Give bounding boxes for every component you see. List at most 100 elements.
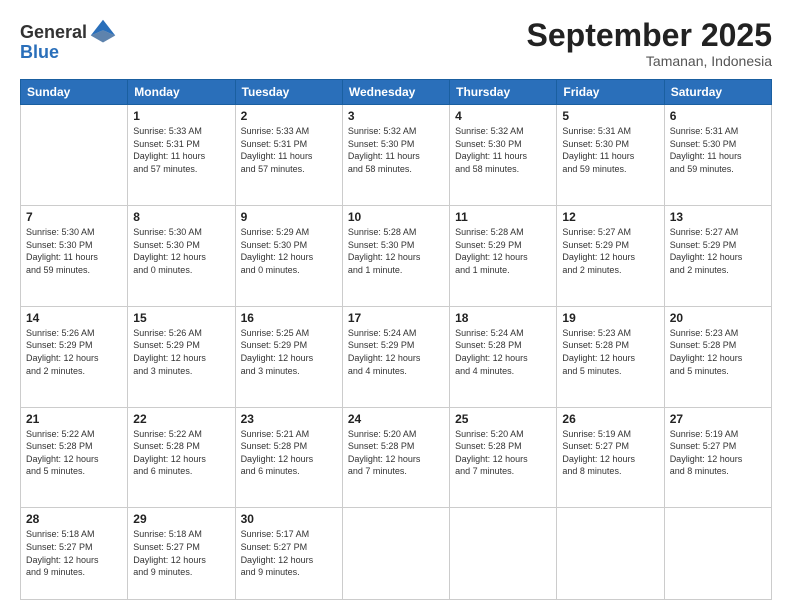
week-row-1: 7 Sunrise: 5:30 AM Sunset: 5:30 PM Daylig… bbox=[21, 205, 772, 306]
day-info: Sunrise: 5:28 AM Sunset: 5:30 PM Dayligh… bbox=[348, 226, 444, 276]
week-row-0: 1 Sunrise: 5:33 AM Sunset: 5:31 PM Daylig… bbox=[21, 105, 772, 206]
day-info: Sunrise: 5:33 AM Sunset: 5:31 PM Dayligh… bbox=[241, 125, 337, 175]
calendar-cell: 23 Sunrise: 5:21 AM Sunset: 5:28 PM Dayli… bbox=[235, 407, 342, 508]
day-number: 3 bbox=[348, 109, 444, 123]
day-info: Sunrise: 5:32 AM Sunset: 5:30 PM Dayligh… bbox=[455, 125, 551, 175]
day-number: 11 bbox=[455, 210, 551, 224]
calendar-cell: 21Sunrise: 5:22 AM Sunset: 5:28 PM Dayli… bbox=[21, 407, 128, 508]
day-number: 12 bbox=[562, 210, 658, 224]
day-info: Sunrise: 5:22 AM Sunset: 5:28 PM Dayligh… bbox=[26, 428, 122, 478]
day-number: 22 bbox=[133, 412, 229, 426]
day-info: Sunrise: 5:28 AM Sunset: 5:29 PM Dayligh… bbox=[455, 226, 551, 276]
calendar-cell: 1 Sunrise: 5:33 AM Sunset: 5:31 PM Daylig… bbox=[128, 105, 235, 206]
day-number: 1 bbox=[133, 109, 229, 123]
day-number: 13 bbox=[670, 210, 766, 224]
day-number: 17 bbox=[348, 311, 444, 325]
day-number: 5 bbox=[562, 109, 658, 123]
day-number: 27 bbox=[670, 412, 766, 426]
day-number: 18 bbox=[455, 311, 551, 325]
day-number: 28 bbox=[26, 512, 122, 526]
calendar-cell: 5 Sunrise: 5:31 AM Sunset: 5:30 PM Daylig… bbox=[557, 105, 664, 206]
calendar-cell: 30 Sunrise: 5:17 AM Sunset: 5:27 PM Dayli… bbox=[235, 508, 342, 600]
calendar-cell: 29Sunrise: 5:18 AM Sunset: 5:27 PM Dayli… bbox=[128, 508, 235, 600]
calendar-cell: 22 Sunrise: 5:22 AM Sunset: 5:28 PM Dayli… bbox=[128, 407, 235, 508]
weekday-thursday: Thursday bbox=[450, 80, 557, 105]
calendar-cell bbox=[450, 508, 557, 600]
day-number: 26 bbox=[562, 412, 658, 426]
day-info: Sunrise: 5:18 AM Sunset: 5:27 PM Dayligh… bbox=[133, 528, 229, 578]
day-number: 2 bbox=[241, 109, 337, 123]
day-info: Sunrise: 5:18 AM Sunset: 5:27 PM Dayligh… bbox=[26, 528, 122, 578]
calendar-cell: 12 Sunrise: 5:27 AM Sunset: 5:29 PM Dayli… bbox=[557, 205, 664, 306]
logo-icon bbox=[89, 18, 117, 46]
calendar-cell: 14 Sunrise: 5:26 AM Sunset: 5:29 PM Dayli… bbox=[21, 306, 128, 407]
day-number: 20 bbox=[670, 311, 766, 325]
day-info: Sunrise: 5:19 AM Sunset: 5:27 PM Dayligh… bbox=[670, 428, 766, 478]
calendar-cell: 3 Sunrise: 5:32 AM Sunset: 5:30 PM Daylig… bbox=[342, 105, 449, 206]
weekday-wednesday: Wednesday bbox=[342, 80, 449, 105]
day-info: Sunrise: 5:17 AM Sunset: 5:27 PM Dayligh… bbox=[241, 528, 337, 578]
calendar-cell: 2 Sunrise: 5:33 AM Sunset: 5:31 PM Daylig… bbox=[235, 105, 342, 206]
day-info: Sunrise: 5:30 AM Sunset: 5:30 PM Dayligh… bbox=[133, 226, 229, 276]
calendar-cell: 10 Sunrise: 5:28 AM Sunset: 5:30 PM Dayli… bbox=[342, 205, 449, 306]
calendar-cell: 27 Sunrise: 5:19 AM Sunset: 5:27 PM Dayli… bbox=[664, 407, 771, 508]
day-number: 14 bbox=[26, 311, 122, 325]
day-info: Sunrise: 5:32 AM Sunset: 5:30 PM Dayligh… bbox=[348, 125, 444, 175]
logo: General Blue bbox=[20, 18, 117, 63]
calendar-cell: 4 Sunrise: 5:32 AM Sunset: 5:30 PM Daylig… bbox=[450, 105, 557, 206]
calendar-cell: 11 Sunrise: 5:28 AM Sunset: 5:29 PM Dayli… bbox=[450, 205, 557, 306]
day-number: 19 bbox=[562, 311, 658, 325]
week-row-3: 21Sunrise: 5:22 AM Sunset: 5:28 PM Dayli… bbox=[21, 407, 772, 508]
calendar-cell bbox=[664, 508, 771, 600]
day-info: Sunrise: 5:26 AM Sunset: 5:29 PM Dayligh… bbox=[26, 327, 122, 377]
day-info: Sunrise: 5:24 AM Sunset: 5:28 PM Dayligh… bbox=[455, 327, 551, 377]
weekday-monday: Monday bbox=[128, 80, 235, 105]
day-number: 10 bbox=[348, 210, 444, 224]
header: General Blue September 2025 Tamanan, Ind… bbox=[20, 18, 772, 69]
calendar-cell bbox=[342, 508, 449, 600]
calendar-cell: 13Sunrise: 5:27 AM Sunset: 5:29 PM Dayli… bbox=[664, 205, 771, 306]
day-number: 30 bbox=[241, 512, 337, 526]
day-info: Sunrise: 5:27 AM Sunset: 5:29 PM Dayligh… bbox=[562, 226, 658, 276]
week-row-4: 28 Sunrise: 5:18 AM Sunset: 5:27 PM Dayli… bbox=[21, 508, 772, 600]
weekday-saturday: Saturday bbox=[664, 80, 771, 105]
day-info: Sunrise: 5:20 AM Sunset: 5:28 PM Dayligh… bbox=[348, 428, 444, 478]
calendar: SundayMondayTuesdayWednesdayThursdayFrid… bbox=[20, 79, 772, 600]
calendar-cell: 16 Sunrise: 5:25 AM Sunset: 5:29 PM Dayli… bbox=[235, 306, 342, 407]
page: General Blue September 2025 Tamanan, Ind… bbox=[0, 0, 792, 612]
day-info: Sunrise: 5:33 AM Sunset: 5:31 PM Dayligh… bbox=[133, 125, 229, 175]
day-number: 15 bbox=[133, 311, 229, 325]
calendar-cell: 28 Sunrise: 5:18 AM Sunset: 5:27 PM Dayli… bbox=[21, 508, 128, 600]
day-info: Sunrise: 5:31 AM Sunset: 5:30 PM Dayligh… bbox=[562, 125, 658, 175]
calendar-cell: 8Sunrise: 5:30 AM Sunset: 5:30 PM Daylig… bbox=[128, 205, 235, 306]
day-number: 16 bbox=[241, 311, 337, 325]
calendar-cell: 25 Sunrise: 5:20 AM Sunset: 5:28 PM Dayli… bbox=[450, 407, 557, 508]
calendar-cell: 7 Sunrise: 5:30 AM Sunset: 5:30 PM Daylig… bbox=[21, 205, 128, 306]
calendar-cell: 15 Sunrise: 5:26 AM Sunset: 5:29 PM Dayli… bbox=[128, 306, 235, 407]
day-info: Sunrise: 5:26 AM Sunset: 5:29 PM Dayligh… bbox=[133, 327, 229, 377]
location: Tamanan, Indonesia bbox=[527, 53, 772, 69]
day-number: 23 bbox=[241, 412, 337, 426]
day-number: 4 bbox=[455, 109, 551, 123]
day-info: Sunrise: 5:20 AM Sunset: 5:28 PM Dayligh… bbox=[455, 428, 551, 478]
day-number: 7 bbox=[26, 210, 122, 224]
day-info: Sunrise: 5:21 AM Sunset: 5:28 PM Dayligh… bbox=[241, 428, 337, 478]
calendar-cell: 18 Sunrise: 5:24 AM Sunset: 5:28 PM Dayli… bbox=[450, 306, 557, 407]
day-info: Sunrise: 5:25 AM Sunset: 5:29 PM Dayligh… bbox=[241, 327, 337, 377]
calendar-cell: 26 Sunrise: 5:19 AM Sunset: 5:27 PM Dayli… bbox=[557, 407, 664, 508]
calendar-cell: 20 Sunrise: 5:23 AM Sunset: 5:28 PM Dayli… bbox=[664, 306, 771, 407]
month-title: September 2025 bbox=[527, 18, 772, 53]
day-info: Sunrise: 5:30 AM Sunset: 5:30 PM Dayligh… bbox=[26, 226, 122, 276]
calendar-cell: 9Sunrise: 5:29 AM Sunset: 5:30 PM Daylig… bbox=[235, 205, 342, 306]
calendar-cell bbox=[21, 105, 128, 206]
day-info: Sunrise: 5:24 AM Sunset: 5:29 PM Dayligh… bbox=[348, 327, 444, 377]
title-block: September 2025 Tamanan, Indonesia bbox=[527, 18, 772, 69]
calendar-cell bbox=[557, 508, 664, 600]
week-row-2: 14 Sunrise: 5:26 AM Sunset: 5:29 PM Dayli… bbox=[21, 306, 772, 407]
day-info: Sunrise: 5:22 AM Sunset: 5:28 PM Dayligh… bbox=[133, 428, 229, 478]
day-info: Sunrise: 5:23 AM Sunset: 5:28 PM Dayligh… bbox=[670, 327, 766, 377]
calendar-cell: 17 Sunrise: 5:24 AM Sunset: 5:29 PM Dayli… bbox=[342, 306, 449, 407]
day-number: 25 bbox=[455, 412, 551, 426]
day-number: 9 bbox=[241, 210, 337, 224]
day-info: Sunrise: 5:19 AM Sunset: 5:27 PM Dayligh… bbox=[562, 428, 658, 478]
